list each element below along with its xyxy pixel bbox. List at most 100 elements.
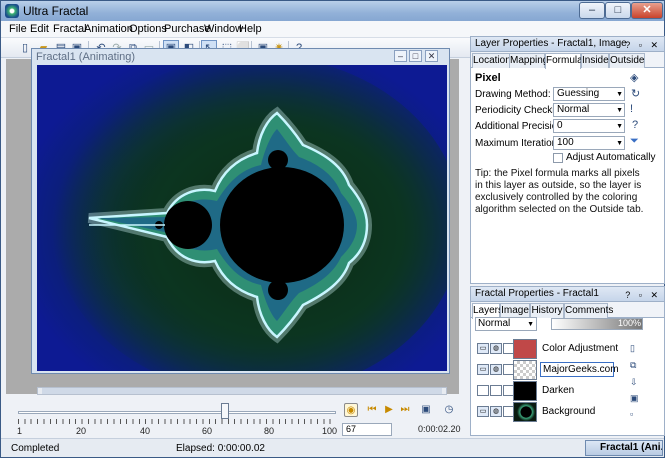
maximize-button[interactable]: □ [605,2,631,19]
menu-file[interactable]: File [9,23,27,35]
menu-help[interactable]: Help [239,23,262,35]
formula-tip: Tip: the Pixel formula marks all pixels … [475,168,644,215]
timeline-playhead[interactable] [220,403,229,419]
opacity-slider[interactable]: 100% [551,318,643,330]
mandelbrot-image [52,65,447,371]
tick-label: 20 [76,426,87,436]
fractal-tabs: Layers Image History Comments [471,302,664,319]
periodicity-select[interactable]: Normal ▼ [553,103,625,117]
drawing-method-value: Guessing [557,88,600,99]
layer-properties-header: Layer Properties - Fractal1, Image ? ▫ ✕ [471,37,664,52]
fractal-canvas[interactable] [37,65,447,371]
adjust-automatically-checkbox[interactable] [553,153,563,163]
panel-buttons[interactable]: ? ▫ ✕ [625,288,661,302]
fractal-minimize-button[interactable]: – [394,50,407,62]
layer-thumbnail [513,339,537,359]
tab-inside[interactable]: Inside [581,53,609,68]
layer-name: Darken [542,385,575,396]
fractal-close-button[interactable]: ✕ [425,50,438,62]
chevron-down-icon: ▼ [616,107,623,114]
tick-label: 40 [140,426,151,436]
blend-mode-value: Normal [478,318,511,329]
drawing-method-label: Drawing Method: [475,89,551,100]
precision-input[interactable]: 0 ▼ [553,119,625,133]
clock-icon[interactable]: ◷ [442,403,456,417]
title-bar: Ultra Fractal – □ ✕ [1,1,664,21]
timeline-ticks [18,419,336,424]
frame-input[interactable]: 67 [342,423,392,436]
delete-layer-icon[interactable]: ▫ [630,409,640,419]
lock-icon[interactable]: ◍ [490,406,502,417]
formula-browse-icon[interactable]: ◈ [630,71,638,84]
tick-label: 1 [17,426,23,436]
layer-thumbnail [513,381,537,401]
drawing-method-select[interactable]: Guessing ▼ [553,87,625,101]
visibility-checkbox[interactable] [477,385,489,396]
tab-outside[interactable]: Outside [609,53,645,68]
animation-settings-icon[interactable]: ▣ [419,403,433,417]
previous-key-icon[interactable]: ⏮ [365,403,379,417]
panel-title: Layer Properties - Fractal1, Image [475,38,627,49]
expand-arrow-icon[interactable]: ⏷ [630,135,639,148]
menu-fractal[interactable]: Fractal [53,23,87,35]
new-layer-icon[interactable]: ▯ [630,343,640,353]
scroll-thumb[interactable] [42,388,442,394]
monitor-icon[interactable]: ▭ [477,364,489,375]
layer-row-majorgeeks[interactable]: ▭ ◍ MajorGeeks.com [475,360,625,380]
tab-mapping[interactable]: Mapping [509,53,548,68]
help-icon[interactable]: ? [632,119,638,131]
reset-icon[interactable]: ↻ [631,87,640,100]
animation-timeline: 1 20 40 60 80 100 ◉ ⏮ ▶ ⏭ ▣ ◷ 67 0:00:02… [6,397,466,437]
tab-comments[interactable]: Comments [564,303,613,318]
window-title: Ultra Fractal [23,4,89,18]
time-readout: 0:00:02.20 [418,424,461,434]
close-button[interactable]: ✕ [631,2,663,19]
minimize-button[interactable]: – [579,2,605,19]
menu-animation[interactable]: Animation [84,23,133,35]
fractal-properties-header: Fractal Properties - Fractal1 ? ▫ ✕ [471,287,664,302]
panel-buttons[interactable]: ? ▫ ✕ [625,38,661,52]
tab-history[interactable]: History [530,303,564,318]
menu-edit[interactable]: Edit [30,23,49,35]
layer-settings-icon[interactable]: ▣ [630,393,640,403]
horizontal-scrollbar[interactable] [37,387,447,395]
monitor-icon[interactable]: ▭ [477,343,489,354]
layer-row-color-adjustment[interactable]: ▭ ◍ Color Adjustment [475,339,625,359]
status-text: Completed [11,443,60,454]
tick-label: 80 [264,426,275,436]
fractal-task-button[interactable]: Fractal1 (Ani... [585,440,663,456]
lock-checkbox[interactable] [490,385,502,396]
layer-properties-panel: Layer Properties - Fractal1, Image ? ▫ ✕… [470,36,665,284]
menu-window[interactable]: Window [204,23,243,35]
layer-blend-bar: Normal ▼ 100% [475,317,643,331]
layer-row-background[interactable]: ▭ ◍ Background [475,402,625,422]
lock-icon[interactable]: ◍ [490,364,502,375]
merge-icon[interactable]: ⇩ [630,377,640,387]
layer-name: Background [542,406,596,417]
record-icon[interactable]: ◉ [344,403,358,417]
new-mask-icon[interactable]: ⧉ [630,360,640,370]
timeline-track[interactable] [18,411,336,414]
next-key-icon[interactable]: ⏭ [398,403,412,417]
adjust-automatically-label: Adjust Automatically [566,152,656,163]
play-icon[interactable]: ▶ [382,403,396,417]
app-logo-icon [5,4,19,18]
formula-name: Pixel [475,72,501,84]
tab-formula[interactable]: Formula [545,53,583,69]
layer-name: Color Adjustment [542,343,619,354]
chevron-down-icon: ▼ [527,321,534,328]
precision-value: 0 [557,120,563,131]
fractal-window-title: Fractal1 (Animating) [36,51,136,63]
menu-options[interactable]: Options [129,23,167,35]
layer-row-darken[interactable]: Darken [475,381,625,401]
lock-icon[interactable]: ◍ [490,343,502,354]
tab-image[interactable]: Image [500,303,530,318]
monitor-icon[interactable]: ▭ [477,406,489,417]
status-bar: Completed Elapsed: 0:00:00.02 Fractal1 (… [1,438,664,457]
fractal-maximize-button[interactable]: □ [409,50,422,62]
tab-location[interactable]: Location [472,53,511,68]
layer-name-input[interactable]: MajorGeeks.com [540,362,619,377]
blend-mode-select[interactable]: Normal ▼ [475,317,537,331]
max-iterations-input[interactable]: 100 ▼ [553,136,625,150]
info-icon[interactable]: ! [630,103,633,115]
